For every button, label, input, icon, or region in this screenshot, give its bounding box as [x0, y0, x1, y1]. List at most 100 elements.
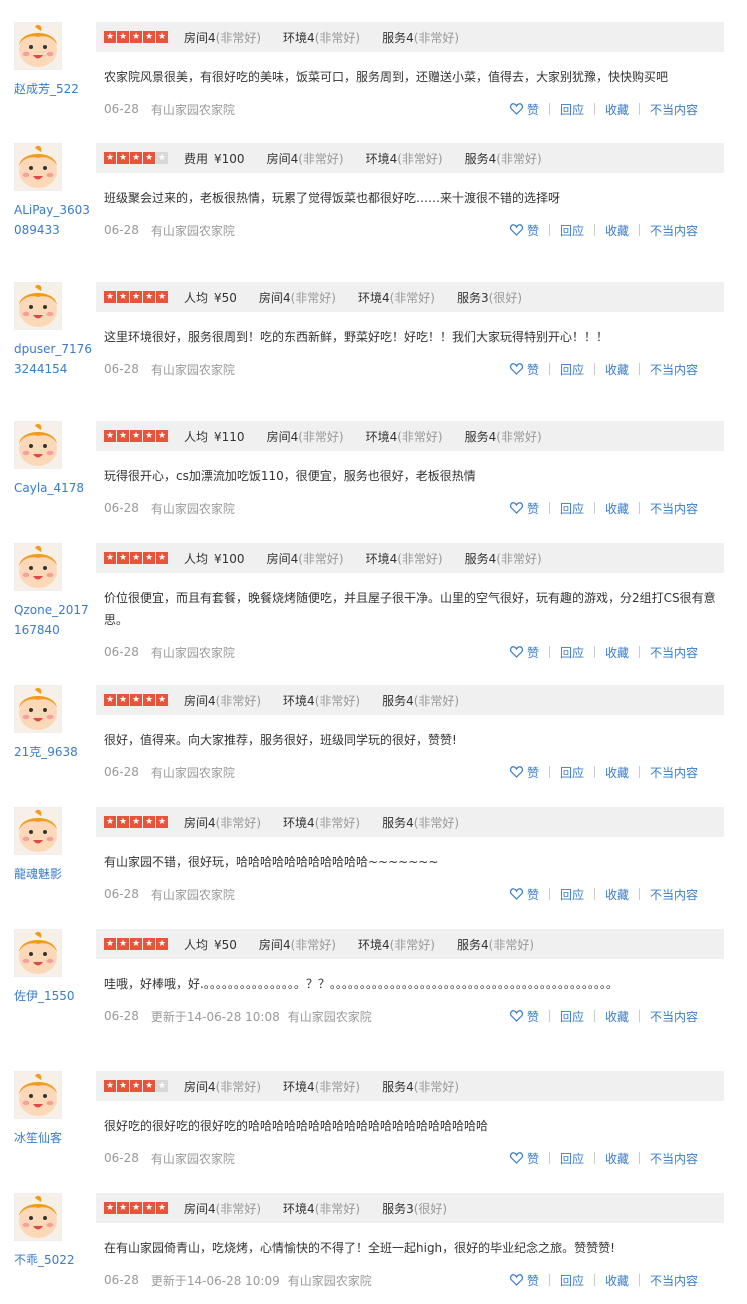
rating-bar: ★ ★ ★ ★ ★ 人均 ¥50 房间4(非常好) 环境4(非常好) 服务3(很好): [96, 282, 724, 312]
review-content: ★ ★ ★ ★ ★ 房间4(非常好) 环境4(非常好) 服务4(非常好) 农家院风景很美，有…: [96, 22, 724, 120]
favorite-button[interactable]: 收藏: [595, 1272, 639, 1289]
star-icon: ★: [143, 31, 155, 43]
reply-button[interactable]: 回应: [550, 101, 594, 118]
favorite-button[interactable]: 收藏: [595, 886, 639, 903]
like-button[interactable]: 赞: [500, 101, 549, 118]
username-link[interactable]: Qzone_2017167840: [14, 600, 92, 640]
reply-button[interactable]: 回应: [550, 886, 594, 903]
like-button[interactable]: 赞: [500, 1008, 549, 1025]
favorite-button[interactable]: 收藏: [595, 644, 639, 661]
favorite-button[interactable]: 收藏: [595, 1008, 639, 1025]
username-link[interactable]: dpuser_71763244154: [14, 339, 92, 379]
sub-rating-quality: (非常好): [397, 429, 443, 444]
username-link[interactable]: ALiPay_3603089433: [14, 200, 92, 240]
review-text: 在有山家园倚青山，吃烧烤，心情愉快的不得了！全班一起high，很好的毕业纪念之旅…: [104, 1241, 615, 1255]
reply-button[interactable]: 回应: [550, 1272, 594, 1289]
reply-button[interactable]: 回应: [550, 222, 594, 239]
sub-rating: 环境4(非常好): [358, 936, 435, 953]
star-rating: ★ ★ ★ ★ ★: [104, 430, 168, 442]
report-button[interactable]: 不当内容: [640, 222, 708, 239]
favorite-button[interactable]: 收藏: [595, 101, 639, 118]
sub-rating-quality: (非常好): [215, 815, 262, 830]
sub-rating-name: 房间: [184, 815, 209, 830]
username-link[interactable]: 冰笙仙客: [14, 1128, 92, 1148]
like-button[interactable]: 赞: [500, 886, 549, 903]
username-link[interactable]: Cayla_4178: [14, 478, 92, 498]
report-button[interactable]: 不当内容: [640, 1008, 708, 1025]
avatar[interactable]: [14, 421, 62, 469]
sub-rating-name: 房间: [184, 1079, 209, 1094]
report-button[interactable]: 不当内容: [640, 1150, 708, 1167]
avatar[interactable]: [14, 807, 62, 855]
avatar[interactable]: [14, 22, 62, 70]
sub-rating-name: 环境: [365, 151, 390, 166]
like-button[interactable]: 赞: [500, 764, 549, 781]
sub-rating: 服务4(非常好): [382, 1078, 459, 1095]
price-value: ¥100: [214, 151, 245, 166]
sub-rating-quality: (非常好): [298, 151, 344, 166]
like-label: 赞: [526, 501, 539, 516]
price-info: 费用 ¥100: [184, 150, 245, 167]
username-link[interactable]: 赵成芳_522: [14, 79, 92, 99]
star-icon: ★: [156, 816, 168, 828]
like-button[interactable]: 赞: [500, 222, 549, 239]
avatar[interactable]: [14, 1193, 62, 1241]
username-link[interactable]: 佐伊_1550: [14, 986, 92, 1006]
username-link[interactable]: 21克_9638: [14, 742, 92, 762]
avatar[interactable]: [14, 685, 62, 733]
avatar[interactable]: [14, 282, 62, 330]
like-label: 赞: [526, 1009, 539, 1024]
report-button[interactable]: 不当内容: [640, 500, 708, 517]
avatar[interactable]: [14, 543, 62, 591]
favorite-button[interactable]: 收藏: [595, 764, 639, 781]
username-link[interactable]: 龍魂魅影: [14, 864, 92, 884]
report-button[interactable]: 不当内容: [640, 101, 708, 118]
star-rating: ★ ★ ★ ★ ★: [104, 31, 168, 43]
star-icon: ★: [156, 938, 168, 950]
review-actions: 赞 回应 收藏 不当内容: [500, 219, 708, 241]
report-button[interactable]: 不当内容: [640, 764, 708, 781]
reply-button[interactable]: 回应: [550, 764, 594, 781]
report-button[interactable]: 不当内容: [640, 1272, 708, 1289]
reply-button[interactable]: 回应: [550, 644, 594, 661]
sub-rating: 房间4(非常好): [184, 1078, 261, 1095]
username-link[interactable]: 不乖_5022: [14, 1250, 92, 1270]
report-button[interactable]: 不当内容: [640, 361, 708, 378]
heart-icon: [509, 363, 523, 375]
report-button[interactable]: 不当内容: [640, 644, 708, 661]
report-button[interactable]: 不当内容: [640, 886, 708, 903]
reply-button[interactable]: 回应: [550, 361, 594, 378]
like-button[interactable]: 赞: [500, 1150, 549, 1167]
review-meta: 06-28 有山家园农家院 赞 回应 收藏 不当内容: [96, 358, 724, 380]
like-label: 赞: [526, 765, 539, 780]
favorite-button[interactable]: 收藏: [595, 1150, 639, 1167]
like-button[interactable]: 赞: [500, 1272, 549, 1289]
like-button[interactable]: 赞: [500, 644, 549, 661]
reply-button[interactable]: 回应: [550, 500, 594, 517]
reply-button[interactable]: 回应: [550, 1150, 594, 1167]
avatar[interactable]: [14, 1071, 62, 1119]
reply-button[interactable]: 回应: [550, 1008, 594, 1025]
sub-rating-score: 4: [282, 937, 291, 952]
sub-rating-score: 4: [208, 693, 216, 708]
shop-name: 有山家园农家院: [150, 765, 235, 780]
avatar[interactable]: [14, 143, 62, 191]
like-label: 赞: [526, 1151, 539, 1166]
favorite-button[interactable]: 收藏: [595, 500, 639, 517]
favorite-button[interactable]: 收藏: [595, 361, 639, 378]
sub-rating: 环境4(非常好): [366, 550, 443, 567]
review-date: 06-28: [104, 501, 139, 515]
like-label: 赞: [526, 1273, 539, 1288]
like-button[interactable]: 赞: [500, 500, 549, 517]
sub-rating-score: 4: [307, 693, 315, 708]
sub-rating: 服务3(很好): [382, 1200, 447, 1217]
favorite-button[interactable]: 收藏: [595, 222, 639, 239]
reviewer: 龍魂魅影: [14, 807, 92, 884]
like-button[interactable]: 赞: [500, 361, 549, 378]
sub-rating: 服务4(非常好): [465, 550, 542, 567]
star-icon: ★: [143, 291, 155, 303]
avatar[interactable]: [14, 929, 62, 977]
sub-rating-name: 服务: [382, 815, 407, 830]
sub-rating-name: 环境: [357, 290, 382, 305]
sub-rating: 环境4(非常好): [283, 692, 360, 709]
